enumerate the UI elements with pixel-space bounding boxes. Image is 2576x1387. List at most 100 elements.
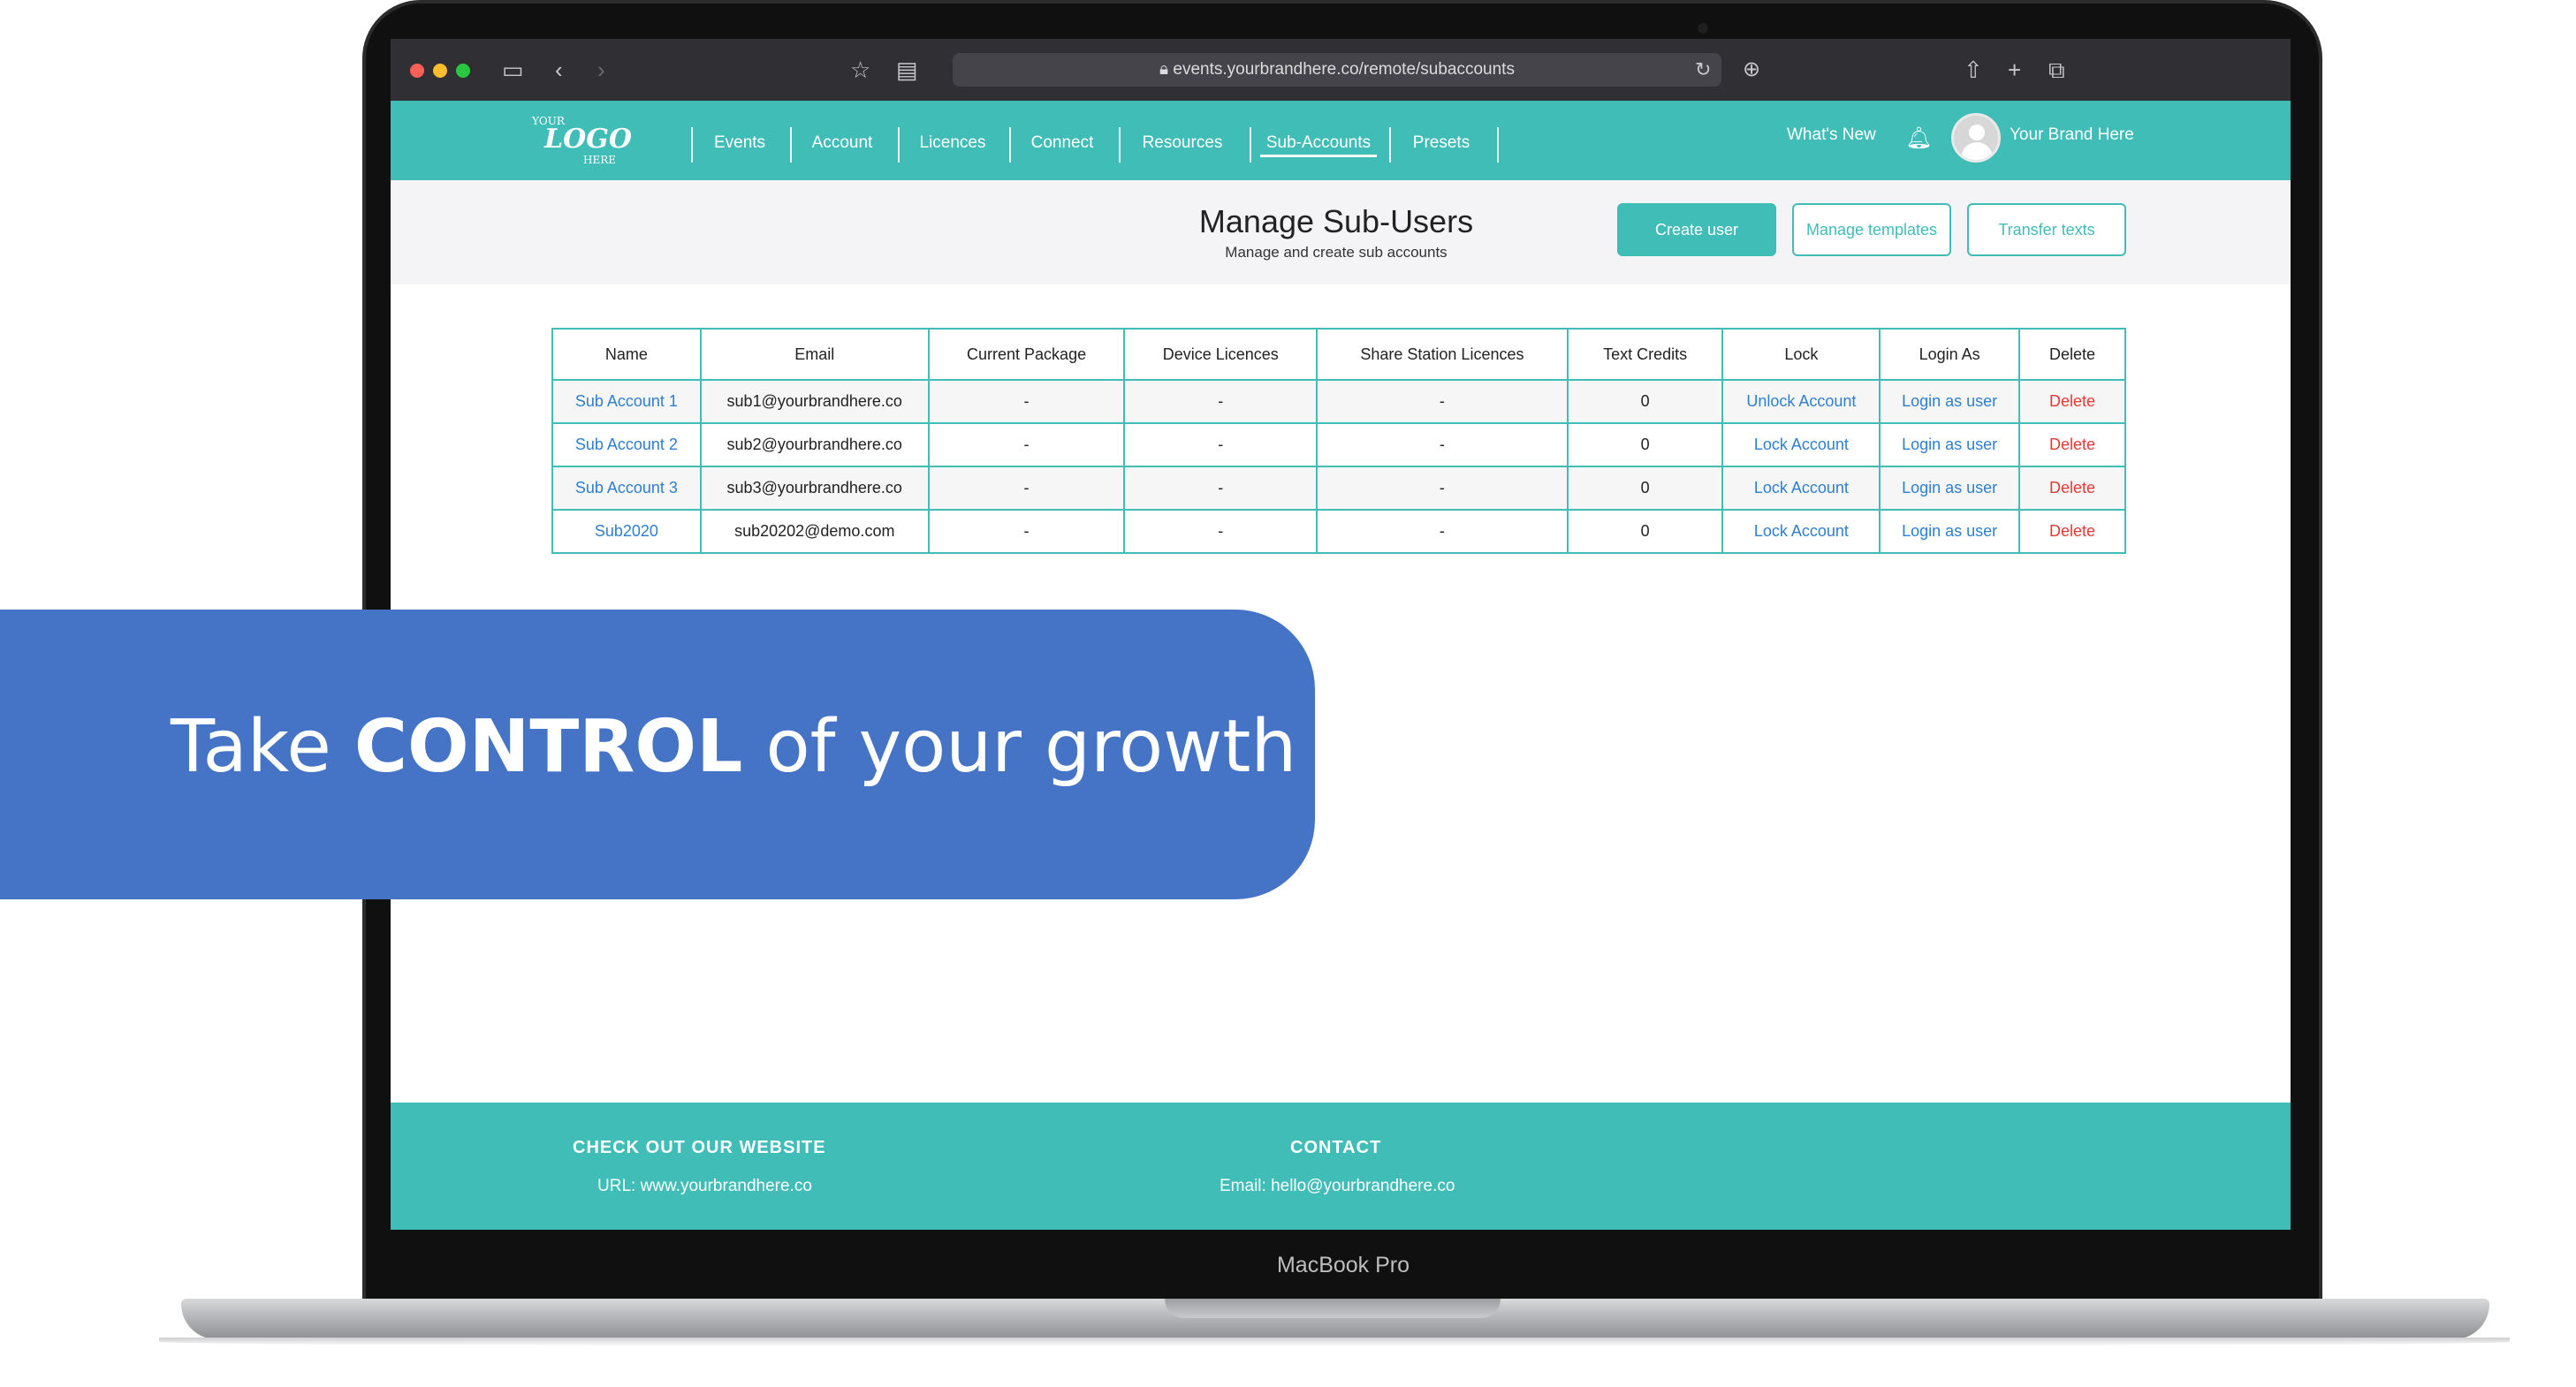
account-email: sub3@yourbrandhere.co xyxy=(699,466,930,511)
account-email: sub2@yourbrandhere.co xyxy=(699,422,930,467)
reload-icon[interactable]: ↻ xyxy=(1695,57,1711,83)
column-header-delete: Delete xyxy=(2018,328,2126,381)
nav-divider xyxy=(1497,127,1499,163)
brand-logo[interactable]: YOUR LOGO HERE xyxy=(532,115,632,168)
account-name-link[interactable]: Sub2020 xyxy=(551,509,702,554)
login-as-user-link[interactable]: Login as user xyxy=(1879,509,2021,554)
laptop-shadow xyxy=(159,1338,2510,1346)
column-header-current-package: Current Package xyxy=(927,328,1126,381)
nav-divider xyxy=(790,127,792,163)
avatar-body xyxy=(1961,142,1993,160)
share-station-licences-cell: - xyxy=(1316,379,1569,424)
forward-icon[interactable]: › xyxy=(597,57,605,83)
back-icon[interactable]: ‹ xyxy=(555,57,563,83)
delete-account-link[interactable]: Delete xyxy=(2018,509,2126,554)
delete-account-link[interactable]: Delete xyxy=(2018,379,2126,424)
contact-heading: CONTACT xyxy=(1290,1138,1382,1157)
account-email: sub20202@demo.com xyxy=(699,509,930,554)
lock-icon: 🔒︎ xyxy=(1159,60,1174,79)
column-header-device-licences: Device Licences xyxy=(1123,328,1318,381)
login-as-user-link[interactable]: Login as user xyxy=(1879,466,2021,511)
lock-account-link[interactable]: Lock Account xyxy=(1721,509,1881,554)
callout-text: Take CONTROL of your growth xyxy=(171,705,1296,789)
device-licences-cell: - xyxy=(1123,509,1318,554)
unlock-account-link[interactable]: Unlock Account xyxy=(1721,379,1881,424)
nav-item-licences[interactable]: Licences xyxy=(907,129,999,157)
text-credits-cell: 0 xyxy=(1566,379,1724,424)
reader-icon[interactable]: ▤ xyxy=(896,57,918,83)
laptop-notch xyxy=(1165,1299,1501,1318)
zoom-window-button[interactable] xyxy=(456,64,470,78)
manage-templates-button[interactable]: Manage templates xyxy=(1792,203,1951,256)
transfer-texts-button[interactable]: Transfer texts xyxy=(1967,203,2126,256)
lock-account-link[interactable]: Lock Account xyxy=(1721,466,1881,511)
camera-icon xyxy=(1698,23,1708,34)
delete-account-link[interactable]: Delete xyxy=(2018,422,2126,467)
tabs-icon[interactable]: ⧉ xyxy=(2048,57,2065,83)
lock-account-link[interactable]: Lock Account xyxy=(1721,422,1881,467)
current-package-cell: - xyxy=(927,509,1126,554)
column-header-name: Name xyxy=(551,328,702,381)
minimize-window-button[interactable] xyxy=(433,64,447,78)
delete-account-link[interactable]: Delete xyxy=(2018,466,2126,511)
contact-email-link[interactable]: Email: hello@yourbrandhere.co xyxy=(1220,1177,1455,1196)
sidebar-icon[interactable]: ▭ xyxy=(502,57,524,83)
nav-divider xyxy=(691,127,693,163)
sub-accounts-table: Name Email Current Package Device Licenc… xyxy=(551,328,2126,554)
user-name-link[interactable]: Your Brand Here xyxy=(2010,125,2134,145)
device-licences-cell: - xyxy=(1123,466,1318,511)
logo-main-text: LOGO xyxy=(544,124,632,155)
create-user-button[interactable]: Create user xyxy=(1617,203,1776,256)
account-name-link[interactable]: Sub Account 2 xyxy=(551,422,702,467)
nav-item-connect[interactable]: Connect xyxy=(1018,129,1106,157)
nav-item-events[interactable]: Events xyxy=(700,129,779,157)
avatar-head xyxy=(1969,125,1985,140)
login-as-user-link[interactable]: Login as user xyxy=(1879,379,2021,424)
device-licences-cell: - xyxy=(1123,379,1318,424)
nav-item-presets[interactable]: Presets xyxy=(1398,129,1485,157)
share-station-licences-cell: - xyxy=(1316,422,1569,467)
avatar[interactable] xyxy=(1951,113,2001,163)
current-package-cell: - xyxy=(927,466,1126,511)
account-name-link[interactable]: Sub Account 3 xyxy=(551,466,702,511)
close-window-button[interactable] xyxy=(410,64,424,78)
nav-item-sub-accounts[interactable]: Sub-Accounts xyxy=(1260,129,1377,157)
top-navigation: YOUR LOGO HERE Events Account Licences C… xyxy=(391,101,2291,180)
column-header-text-credits: Text Credits xyxy=(1566,328,1724,381)
device-licences-cell: - xyxy=(1123,422,1318,467)
account-email: sub1@yourbrandhere.co xyxy=(699,379,930,424)
bell-icon[interactable]: 🔔︎ xyxy=(1905,125,1932,151)
column-header-lock: Lock xyxy=(1721,328,1881,381)
nav-divider xyxy=(1250,127,1251,163)
table-header-row: Name Email Current Package Device Licenc… xyxy=(551,328,2126,381)
nav-item-resources[interactable]: Resources xyxy=(1128,129,1237,157)
browser-toolbar: ▭ ‹ › ☆ ▤ 🔒︎ events.yourbrandhere.co/rem… xyxy=(391,39,2291,101)
nav-divider xyxy=(1389,127,1391,163)
nav-item-account[interactable]: Account xyxy=(799,129,885,157)
callout-text-after: of your growth xyxy=(742,705,1297,789)
page-subtitle: Manage and create sub accounts xyxy=(1225,244,1448,261)
table-row: Sub Account 3 sub3@yourbrandhere.co - - … xyxy=(551,466,2126,511)
promo-callout: Take CONTROL of your growth xyxy=(0,610,1315,899)
page-title: Manage Sub-Users xyxy=(1198,203,1474,239)
column-header-share-station-licences: Share Station Licences xyxy=(1316,328,1569,381)
account-name-link[interactable]: Sub Account 1 xyxy=(551,379,702,424)
bookmark-star-icon[interactable]: ☆ xyxy=(850,57,870,83)
page-footer: CHECK OUT OUR WEBSITE URL: www.yourbrand… xyxy=(391,1103,2291,1230)
login-as-user-link[interactable]: Login as user xyxy=(1879,422,2021,467)
download-icon[interactable]: ⊕ xyxy=(1743,57,1760,83)
share-station-licences-cell: - xyxy=(1316,509,1569,554)
whats-new-link[interactable]: What's New xyxy=(1787,125,1876,145)
page-header: Manage Sub-Users Manage and create sub a… xyxy=(391,180,2291,284)
website-heading: CHECK OUT OUR WEBSITE xyxy=(573,1138,826,1157)
address-bar[interactable]: 🔒︎ events.yourbrandhere.co/remote/subacc… xyxy=(953,53,1721,87)
share-icon[interactable]: ⇧ xyxy=(1964,57,1983,83)
current-package-cell: - xyxy=(927,379,1126,424)
website-url-link[interactable]: URL: www.yourbrandhere.co xyxy=(597,1177,812,1196)
table-row: Sub Account 1 sub1@yourbrandhere.co - - … xyxy=(551,379,2126,424)
new-tab-icon[interactable]: + xyxy=(2008,57,2021,83)
logo-bottom-text: HERE xyxy=(583,154,617,166)
table-row: Sub2020 sub20202@demo.com - - - 0 Lock A… xyxy=(551,509,2126,554)
device-label: MacBook Pro xyxy=(1276,1253,1410,1277)
table-row: Sub Account 2 sub2@yourbrandhere.co - - … xyxy=(551,422,2126,467)
